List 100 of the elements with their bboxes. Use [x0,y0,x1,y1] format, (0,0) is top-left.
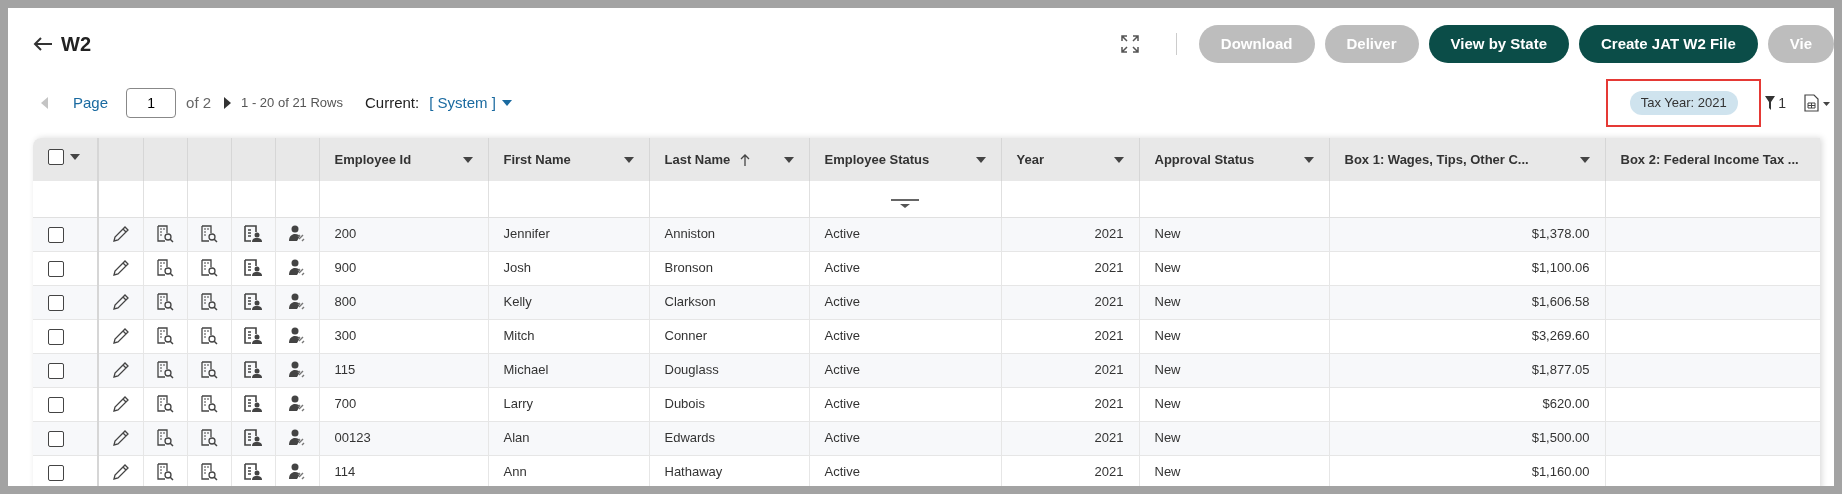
table-cell: Josh [503,260,531,276]
edit-icon[interactable] [110,258,131,279]
column-header[interactable]: Box 1: Wages, Tips, Other C... [1344,149,1529,170]
document-person-icon[interactable] [243,428,263,449]
edit-icon[interactable] [110,462,131,483]
checkbox[interactable] [48,430,64,447]
column-menu-icon[interactable] [623,156,634,163]
filter-menu-icon[interactable] [891,198,919,209]
table-cell: Active [824,362,860,378]
column-menu-icon[interactable] [1303,156,1314,163]
table-cell: $1,378.00 [1531,226,1590,242]
table-cell: 114 [334,464,356,480]
column-menu-icon[interactable] [783,156,794,163]
sort-ascending-icon[interactable] [740,153,751,166]
document-search-icon[interactable] [199,428,219,449]
checkbox[interactable] [48,260,64,277]
document-search-icon[interactable] [155,292,175,313]
table-cell: Mitch [503,328,535,344]
document-search-icon[interactable] [199,292,219,313]
table-cell: 115 [334,362,356,378]
filter-icon[interactable] [1765,96,1776,110]
document-person-icon[interactable] [243,258,263,279]
document-person-icon[interactable] [243,360,263,381]
page-count: of 2 [186,92,212,113]
document-search-icon[interactable] [199,462,219,483]
column-menu-icon[interactable] [70,153,80,160]
page-title: W2 [61,32,91,57]
checkbox[interactable] [48,396,64,413]
table-cell: 2021 [1094,464,1124,480]
column-header[interactable]: Last Name [664,149,731,170]
table-cell: $3,269.60 [1531,328,1590,344]
column-menu-icon[interactable] [1113,156,1124,163]
table-cell: Alan [503,430,530,446]
checkbox[interactable] [48,226,64,243]
document-search-icon[interactable] [155,326,175,347]
table-cell: 00123 [334,430,371,446]
table-cell: New [1154,464,1181,480]
row-count: 1 - 20 of 21 Rows [241,94,343,113]
view-dropdown[interactable]: [ System ] [429,91,512,115]
action-button[interactable]: View by State [1428,25,1569,63]
page-label: Page [73,92,109,113]
document-person-icon[interactable] [243,292,263,313]
table-cell: $1,606.58 [1531,294,1590,310]
checkbox[interactable] [48,294,64,311]
document-person-icon[interactable] [243,462,263,483]
column-header[interactable]: Box 2: Federal Income Tax ... [1620,149,1799,170]
column-header[interactable]: Year [1016,149,1044,170]
edit-icon[interactable] [110,360,131,381]
caret-icon [501,100,512,106]
table-cell: Michael [503,362,549,378]
table-cell: Active [824,328,860,344]
table-cell: Active [824,396,860,412]
edit-icon[interactable] [110,224,131,245]
table-cell: New [1154,430,1181,446]
column-menu-icon[interactable] [975,156,986,163]
column-header[interactable]: Approval Status [1154,149,1255,170]
filter-chip[interactable]: Tax Year: 2021 [1629,91,1738,115]
checkbox[interactable] [48,362,64,379]
document-search-icon[interactable] [155,360,175,381]
document-search-icon[interactable] [199,326,219,347]
table-cell: Edwards [664,430,716,446]
action-button[interactable]: Create JAT W2 File [1579,25,1758,63]
checkbox[interactable] [48,464,64,481]
document-search-icon[interactable] [155,428,175,449]
table-cell: 300 [334,328,357,344]
document-search-icon[interactable] [199,360,219,381]
document-search-icon[interactable] [199,224,219,245]
checkbox[interactable] [48,328,64,345]
document-search-icon[interactable] [155,394,175,415]
document-person-icon[interactable] [243,394,263,415]
table-cell: 2021 [1094,430,1124,446]
column-header[interactable]: Employee Status [824,149,930,170]
document-search-icon[interactable] [155,224,175,245]
column-header[interactable]: First Name [503,149,571,170]
edit-icon[interactable] [110,394,131,415]
edit-icon[interactable] [110,428,131,449]
edit-icon[interactable] [110,292,131,313]
table-cell: 700 [334,396,357,412]
column-menu-icon[interactable] [462,156,473,163]
table-cell: Conner [664,328,708,344]
document-search-icon[interactable] [155,258,175,279]
table-cell: Active [824,294,860,310]
expand-icon[interactable] [1119,34,1140,54]
column-header[interactable]: Employee Id [334,149,412,170]
back-arrow-icon[interactable] [33,36,53,52]
table-cell: $620.00 [1542,396,1590,412]
column-menu-icon[interactable] [1579,156,1590,163]
document-search-icon[interactable] [199,258,219,279]
document-person-icon[interactable] [243,224,263,245]
document-search-icon[interactable] [155,462,175,483]
document-person-icon[interactable] [243,326,263,347]
table-cell: 200 [334,226,357,242]
next-page-icon[interactable] [223,97,232,109]
document-search-icon[interactable] [199,394,219,415]
table-cell: Jennifer [503,226,550,242]
export-icon[interactable] [1804,94,1832,112]
edit-icon[interactable] [110,326,131,347]
checkbox[interactable] [48,148,64,165]
page-input[interactable]: 1 [126,88,177,118]
table-cell: Clarkson [664,294,716,310]
